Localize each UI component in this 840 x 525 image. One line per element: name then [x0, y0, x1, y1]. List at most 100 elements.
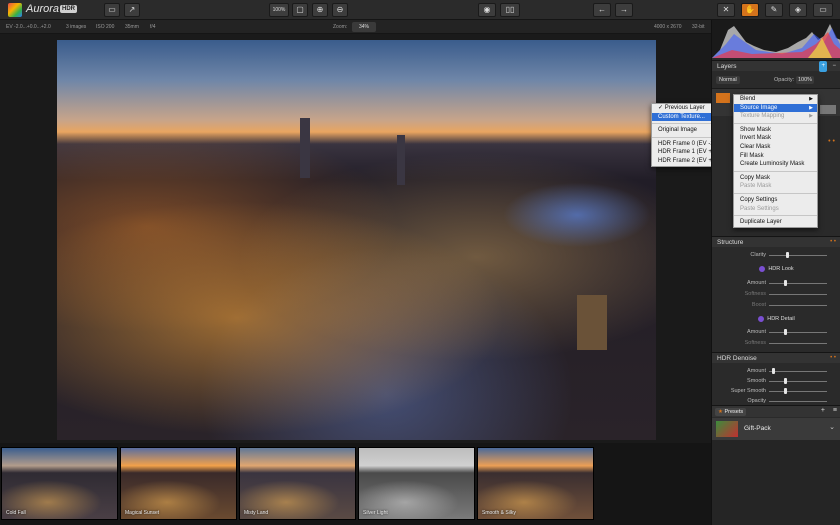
denoise-header[interactable]: HDR Denoise • • [712, 352, 840, 363]
preset-thumbnail[interactable]: Misty Land [239, 447, 356, 520]
hdr-detail-amount-row[interactable]: Amount [712, 327, 840, 337]
preset-thumbnail[interactable]: Magical Sunset [120, 447, 237, 520]
hdr-detail-header[interactable]: HDR Detail [712, 314, 840, 324]
hdr-detail-toggle-icon[interactable] [758, 315, 765, 322]
boost-slider[interactable] [769, 305, 827, 306]
open-folder-icon[interactable]: ▭ [104, 3, 120, 17]
smooth-knob[interactable] [784, 378, 787, 384]
preset-thumbnail[interactable]: Smooth & Silky [477, 447, 594, 520]
structure-header[interactable]: Structure • • [712, 236, 840, 247]
menu-item-clear-mask[interactable]: Clear Mask [734, 143, 817, 152]
denoise-amount-slider[interactable] [769, 371, 827, 372]
denoise-opacity-slider[interactable] [769, 401, 827, 402]
add-preset-icon[interactable]: + [821, 407, 825, 414]
amount-knob[interactable] [784, 280, 787, 286]
preset-thumbnail[interactable]: Cold Fall [1, 447, 118, 520]
panel-toggle-icon[interactable]: ▭ [813, 3, 833, 17]
undo-icon[interactable]: ← [593, 3, 611, 17]
remove-layer-icon[interactable]: − [832, 61, 836, 72]
hdr-look-boost-row[interactable]: Boost [712, 300, 840, 310]
iso-value: ISO 200 [96, 24, 115, 30]
hdr-look-amount-row[interactable]: Amount [712, 278, 840, 288]
layer-mask-thumbnail[interactable] [820, 105, 836, 114]
amount-knob[interactable] [784, 329, 787, 335]
layers-header[interactable]: Layers + − [712, 60, 840, 72]
denoise-title: HDR Denoise [717, 355, 757, 362]
fit-screen-icon[interactable]: ▢ [292, 3, 308, 17]
redo-icon[interactable]: → [615, 3, 633, 17]
opacity-value[interactable]: 100% [796, 76, 815, 84]
main-toolbar: Aurora HDR ▭ ↗ 100% ▢ ⊕ ⊖ ◉ ▯▯ ← → ✕ ✋ ✎… [0, 0, 840, 20]
preset-label: Silver Light [363, 510, 388, 516]
softness-slider[interactable] [769, 343, 827, 344]
presets-header: ★ Presets + ≡ [712, 405, 840, 417]
zoom-out-icon[interactable]: ⊖ [332, 3, 348, 17]
preview-eye-icon[interactable]: ◉ [478, 3, 496, 17]
ev-range: EV -2.0...+0.0...+2.0 [6, 24, 51, 30]
histogram [712, 20, 840, 58]
menu-item-blend[interactable]: Blend ▶ [734, 95, 817, 104]
preset-menu-icon[interactable]: ≡ [833, 407, 837, 414]
zoom-select[interactable]: 34% [352, 22, 376, 32]
layer-thumbnail[interactable] [716, 93, 730, 103]
clarity-slider[interactable] [769, 255, 827, 256]
menu-item-create-luminosity-mask[interactable]: Create Luminosity Mask [734, 160, 817, 169]
menu-item-fill-mask[interactable]: Fill Mask [734, 152, 817, 161]
menu-item-texture-mapping: Texture Mapping ▶ [740, 113, 813, 120]
hand-tool-icon[interactable]: ✋ [741, 3, 759, 17]
menu-item-copy-settings[interactable]: Copy Settings [734, 196, 817, 205]
zoom-in-icon[interactable]: ⊕ [312, 3, 328, 17]
menu-item-copy-mask[interactable]: Copy Mask [734, 174, 817, 183]
softness-label: Softness [744, 340, 766, 346]
boost-label: Boost [751, 302, 766, 308]
crop-icon[interactable]: ✕ [717, 3, 735, 17]
preset-label: Smooth & Silky [482, 510, 516, 516]
layer-context-menu: Blend ▶ Source Image ▶ Texture Mapping ▶ Sh… [733, 94, 818, 228]
hdr-look-softness-row[interactable]: Softness [712, 289, 840, 299]
image-canvas[interactable] [0, 34, 711, 443]
amount-label: Amount [747, 280, 766, 286]
zoom-100-button[interactable]: 100% [269, 3, 289, 17]
blend-mode-select[interactable]: Normal [716, 76, 740, 84]
river [497, 180, 656, 250]
softness-slider[interactable] [769, 294, 827, 295]
amount-slider[interactable] [769, 332, 827, 333]
hdr-detail-softness-row[interactable]: Softness [712, 338, 840, 348]
menu-item-source-image[interactable]: Source Image ▶ [734, 103, 817, 113]
gift-pack-icon [716, 421, 738, 437]
brush-icon[interactable]: ✎ [765, 3, 783, 17]
export-icon[interactable]: ↗ [124, 3, 140, 17]
clarity-knob[interactable] [786, 252, 789, 258]
preset-thumbnail[interactable]: Silver Light [358, 447, 475, 520]
presets-tab[interactable]: ★ Presets [715, 408, 747, 416]
super-smooth-knob[interactable] [784, 388, 787, 394]
denoise-amount-knob[interactable] [772, 368, 775, 374]
structure-options-icon[interactable]: • • [830, 237, 836, 248]
menu-item-paste-settings: Paste Settings [740, 205, 779, 212]
preset-thumbnails-area [712, 440, 840, 525]
menu-item-show-mask[interactable]: Show Mask [734, 126, 817, 135]
compare-icon[interactable]: ▯▯ [500, 3, 520, 17]
preset-label: Misty Land [244, 510, 269, 516]
super-smooth-slider[interactable] [769, 391, 827, 392]
menu-item-duplicate-layer[interactable]: Duplicate Layer [734, 218, 817, 227]
preset-label: Magical Sunset [125, 510, 160, 516]
denoise-amount-row[interactable]: Amount [712, 366, 840, 376]
skyscraper [397, 135, 405, 185]
smooth-slider[interactable] [769, 381, 827, 382]
section-options-icon[interactable]: • • [828, 138, 835, 145]
denoise-smooth-row[interactable]: Smooth [712, 376, 840, 386]
star-icon: ★ [718, 409, 723, 415]
hdr-look-header[interactable]: HDR Look [712, 264, 840, 274]
clarity-row[interactable]: Clarity [712, 250, 840, 260]
denoise-super-smooth-row[interactable]: Super Smooth [712, 386, 840, 396]
layers-icon[interactable]: ◈ [789, 3, 807, 17]
denoise-options-icon[interactable]: • • [830, 353, 836, 364]
hdr-photo[interactable] [57, 40, 656, 440]
preset-pack-select[interactable]: Gift-Pack ⌄ [712, 418, 840, 440]
add-layer-icon[interactable]: + [819, 61, 827, 72]
chevron-down-icon[interactable]: ⌄ [829, 423, 835, 431]
amount-slider[interactable] [769, 283, 827, 284]
menu-item-invert-mask[interactable]: Invert Mask [734, 134, 817, 143]
hdr-look-toggle-icon[interactable] [759, 265, 766, 272]
